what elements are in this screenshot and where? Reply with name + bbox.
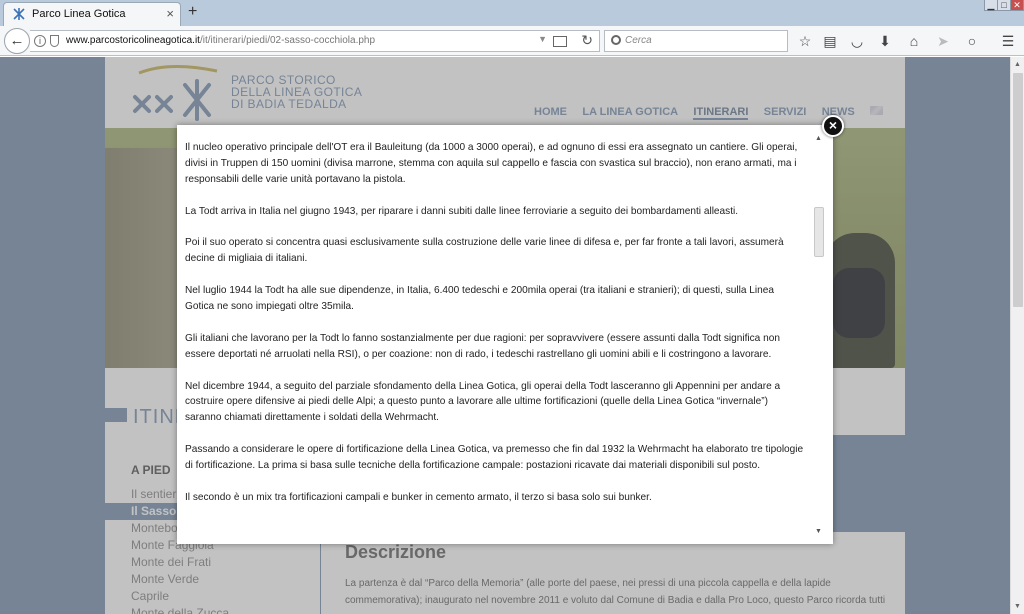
modal-scroll-thumb[interactable] [814,207,824,257]
scroll-up-icon[interactable]: ▲ [1014,61,1021,68]
scroll-down-icon[interactable]: ▼ [815,528,822,535]
modal-scrollbar[interactable]: ▲ ▼ [813,135,825,535]
search-icon [611,35,621,45]
shield-icon[interactable] [50,35,59,47]
bookmark-star-icon[interactable]: ☆ [796,32,814,50]
page-scrollbar[interactable]: ▲ ▼ [1010,57,1024,614]
scroll-up-icon[interactable]: ▲ [815,135,822,142]
modal-paragraph: Poi il suo operato si concentra quasi es… [185,237,784,265]
back-arrow-icon: ← [9,32,25,49]
download-icon[interactable]: ⬇ [876,32,894,50]
url-text[interactable]: www.parcostoricolineagotica.it/it/itiner… [66,35,375,46]
home-icon[interactable]: ⌂ [905,32,923,50]
reader-view-icon[interactable] [553,36,567,47]
text-modal: Il nucleo operativo principale dell'OT e… [177,125,833,544]
url-path: /it/itinerari/piedi/02-sasso-cocchiola.p… [199,35,376,46]
modal-text: Il nucleo operativo principale dell'OT e… [185,140,805,522]
navigation-toolbar: ← i www.parcostoricolineagotica.it/it/it… [0,26,1024,56]
search-bar[interactable]: Cerca [604,30,788,52]
modal-close-button[interactable]: × [822,115,844,137]
browser-tab[interactable]: Parco Linea Gotica × [3,2,181,26]
window-close-button[interactable]: ✕ [1010,0,1024,11]
tab-title: Parco Linea Gotica [32,8,126,20]
window-minimize-button[interactable]: ▁ [984,0,998,11]
menu-icon[interactable]: ☰ [999,32,1017,50]
pocket-icon[interactable]: ◡ [848,32,866,50]
url-dropdown-icon[interactable]: ▼ [538,34,547,44]
modal-paragraph: Gli italiani che lavorano per la Todt lo… [185,332,780,360]
modal-paragraph: Passando a considerare le opere di forti… [185,444,804,472]
reading-list-icon[interactable]: ▤ [821,32,839,50]
url-host: www.parcostoricolineagotica.it [66,35,200,46]
modal-paragraph: Il nucleo operativo principale dell'OT e… [185,142,798,185]
new-tab-button[interactable]: + [188,3,197,21]
modal-paragraph: La Todt arriva in Italia nel giugno 1943… [185,205,739,217]
tab-close-icon[interactable]: × [166,6,174,21]
search-placeholder: Cerca [625,35,652,46]
site-favicon-icon [13,8,25,20]
modal-paragraph: Il secondo è un mix tra fortificazioni c… [185,491,652,503]
scroll-down-icon[interactable]: ▼ [1014,603,1021,610]
tab-bar: Parco Linea Gotica × + ▁ □ ✕ [0,0,1024,26]
window-maximize-button[interactable]: □ [997,0,1011,11]
reload-icon[interactable]: ↻ [581,32,593,49]
send-icon[interactable]: ➤ [934,32,952,50]
back-button[interactable]: ← [4,28,30,54]
info-icon[interactable]: i [34,35,46,47]
url-bar[interactable]: i www.parcostoricolineagotica.it/it/itin… [30,30,600,52]
page-scroll-thumb[interactable] [1013,73,1023,307]
modal-paragraph: Nel dicembre 1944, a seguito del parzial… [185,380,781,424]
chat-icon[interactable]: ○ [963,32,981,50]
modal-paragraph: Nel luglio 1944 la Todt ha alle sue dipe… [185,285,774,313]
